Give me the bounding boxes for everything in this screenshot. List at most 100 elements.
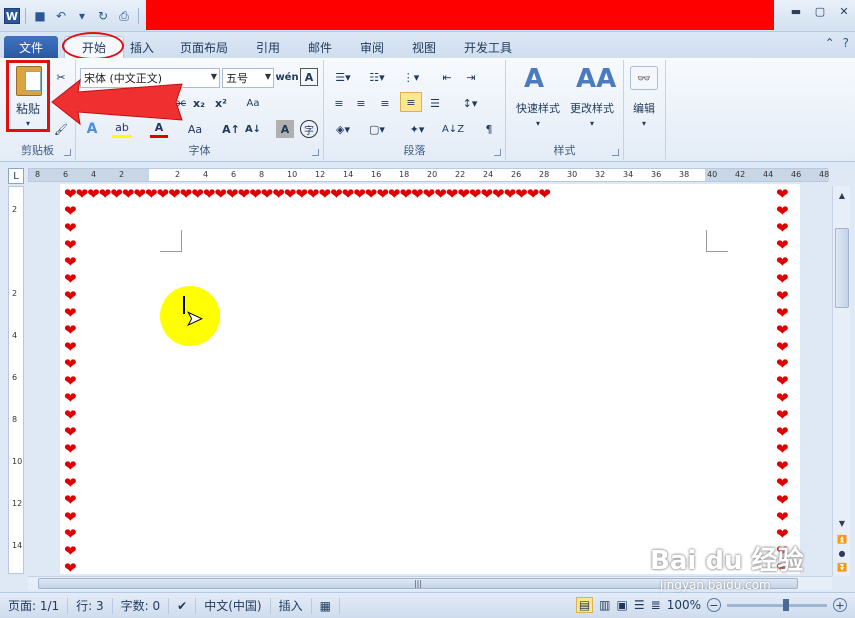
view-web-icon[interactable]: ▣ xyxy=(617,598,628,612)
align-center-icon[interactable]: ≡ xyxy=(352,94,370,112)
chevron-down-icon[interactable]: ▾ xyxy=(532,118,544,128)
decrease-indent-icon[interactable]: ⇤ xyxy=(438,68,456,86)
maximize-icon[interactable]: ▢ xyxy=(809,2,831,20)
tab-file[interactable]: 文件 xyxy=(4,36,58,58)
phonetic-guide-icon[interactable]: wén xyxy=(275,68,298,86)
vertical-scrollbar[interactable]: ▲ ▼ ⏫ ● ⏬ xyxy=(832,186,850,576)
word-logo-icon[interactable]: W xyxy=(4,8,20,24)
ruler-tick-label: 4 xyxy=(91,170,97,179)
undo-dropdown-icon[interactable]: ▾ xyxy=(73,7,91,25)
close-icon[interactable]: ✕ xyxy=(833,2,855,20)
scroll-up-icon[interactable]: ▲ xyxy=(835,188,849,202)
bullets-icon[interactable]: ☰▾ xyxy=(330,68,356,86)
baidu-watermark-url: jingyan.baidu.com xyxy=(660,578,771,592)
scroll-down-icon[interactable]: ▼ xyxy=(835,516,849,530)
print-preview-icon[interactable]: ⎙ xyxy=(115,7,133,25)
tab-view[interactable]: 视图 xyxy=(402,36,446,58)
status-language[interactable]: 中文(中国) xyxy=(196,597,271,614)
clipboard-launcher-icon[interactable] xyxy=(64,149,71,156)
view-reading-icon[interactable]: ▥ xyxy=(599,598,610,612)
tab-home[interactable]: 开始 xyxy=(64,36,124,58)
zoom-level[interactable]: 100% xyxy=(667,598,701,612)
redo-icon[interactable]: ↻ xyxy=(94,7,112,25)
tab-references[interactable]: 引用 xyxy=(246,36,290,58)
next-page-icon[interactable]: ⏬ xyxy=(835,560,849,574)
styles-launcher-icon[interactable] xyxy=(612,149,619,156)
increase-indent-icon[interactable]: ⇥ xyxy=(462,68,480,86)
tab-developer[interactable]: 开发工具 xyxy=(454,36,522,58)
font-size-value: 五号 xyxy=(226,72,248,85)
distributed-icon[interactable]: ☰ xyxy=(426,94,444,112)
status-words[interactable]: 字数: 0 xyxy=(113,597,170,614)
align-right-icon[interactable]: ≡ xyxy=(376,94,394,112)
clear-formatting-icon[interactable]: Aa xyxy=(244,94,262,112)
line-spacing-icon[interactable]: ↕▾ xyxy=(458,94,482,112)
ruler-tick-label: 28 xyxy=(539,170,550,179)
proofing-icon[interactable]: ✔ xyxy=(169,597,197,614)
help-icon[interactable]: ? xyxy=(843,36,849,50)
character-border-icon[interactable]: A xyxy=(300,68,318,86)
macro-record-icon[interactable]: ▦ xyxy=(312,597,340,614)
ruler-tick-label: 20 xyxy=(427,170,438,179)
ruler-tick-label: 8 xyxy=(35,170,41,179)
document-page[interactable]: ❤❤❤❤❤❤❤❤❤❤❤❤❤❤❤❤❤❤❤❤❤❤❤❤ ❤❤❤❤❤❤❤❤❤❤❤❤❤❤❤❤… xyxy=(60,184,800,574)
zoom-in-icon[interactable]: + xyxy=(833,598,847,612)
tab-selector-icon[interactable]: L xyxy=(8,168,24,184)
view-print-layout-icon[interactable]: ▤ xyxy=(575,597,594,613)
ruler-tick-label: 46 xyxy=(791,170,802,179)
qat-separator xyxy=(138,8,139,24)
tab-mailings[interactable]: 邮件 xyxy=(298,36,342,58)
superscript-icon[interactable]: x² xyxy=(212,94,230,112)
numbering-icon[interactable]: ☷▾ xyxy=(364,68,390,86)
view-draft-icon[interactable]: ≣ xyxy=(651,598,661,612)
font-launcher-icon[interactable] xyxy=(312,149,319,156)
ruler-tick-label: 16 xyxy=(371,170,382,179)
ribbon-right-controls: ⌃ ? xyxy=(825,36,849,50)
font-size-combo[interactable]: 五号 ▼ xyxy=(222,68,274,88)
zoom-slider[interactable] xyxy=(727,598,827,611)
chevron-down-icon[interactable]: ▾ xyxy=(586,118,598,128)
tab-page-layout[interactable]: 页面布局 xyxy=(170,36,238,58)
browse-object-icon[interactable]: ● xyxy=(835,546,849,560)
shading-icon[interactable]: ◈▾ xyxy=(330,120,356,138)
zoom-out-icon[interactable]: − xyxy=(707,598,721,612)
view-outline-icon[interactable]: ☰ xyxy=(634,598,645,612)
status-line[interactable]: 行: 3 xyxy=(68,597,113,614)
zoom-slider-knob[interactable] xyxy=(783,598,789,611)
undo-icon[interactable]: ↶ xyxy=(52,7,70,25)
ruler-tick-label: 14 xyxy=(343,170,354,179)
subscript-icon[interactable]: x₂ xyxy=(190,94,208,112)
margin-corner-right xyxy=(706,230,728,252)
editing-button[interactable]: 编辑 xyxy=(626,100,662,116)
ruler-margin-left xyxy=(29,169,149,181)
tab-review[interactable]: 审阅 xyxy=(350,36,394,58)
save-icon[interactable]: ■ xyxy=(31,7,49,25)
sort-icon[interactable]: A↓Z xyxy=(442,120,464,138)
paste-annotation-box xyxy=(6,60,50,132)
scroll-thumb[interactable] xyxy=(835,228,849,308)
chinese-layout-icon[interactable]: ✦▾ xyxy=(404,120,430,138)
minimize-icon[interactable]: ▬ xyxy=(785,2,807,20)
multilevel-list-icon[interactable]: ⋮▾ xyxy=(398,68,424,86)
align-left-icon[interactable]: ≡ xyxy=(330,94,348,112)
status-mode[interactable]: 插入 xyxy=(271,597,312,614)
status-page[interactable]: 页面: 1/1 xyxy=(0,597,69,614)
document-area[interactable]: ❤❤❤❤❤❤❤❤❤❤❤❤❤❤❤❤❤❤❤❤❤❤❤❤ ❤❤❤❤❤❤❤❤❤❤❤❤❤❤❤❤… xyxy=(28,184,828,574)
grow-font-icon[interactable]: A↑ xyxy=(222,120,240,138)
collapse-ribbon-icon[interactable]: ⌃ xyxy=(825,36,835,50)
enclose-characters-icon[interactable]: 字 xyxy=(300,120,318,138)
binoculars-icon[interactable]: 👓 xyxy=(630,66,658,90)
justify-icon[interactable]: ≡ xyxy=(400,92,422,112)
chevron-down-icon: ▼ xyxy=(264,72,271,81)
shrink-font-icon[interactable]: A↓ xyxy=(244,120,262,138)
borders-icon[interactable]: ▢▾ xyxy=(364,120,390,138)
show-marks-icon[interactable]: ¶ xyxy=(480,120,498,138)
quick-styles-button[interactable]: 快速样式 xyxy=(510,100,566,116)
change-styles-button[interactable]: 更改样式 xyxy=(564,100,620,116)
ruler-tick-label: 8 xyxy=(12,415,18,424)
prev-page-icon[interactable]: ⏫ xyxy=(835,532,849,546)
chevron-down-icon[interactable]: ▾ xyxy=(638,118,650,128)
tab-insert[interactable]: 插入 xyxy=(120,36,164,58)
character-shading-icon[interactable]: A xyxy=(276,120,294,138)
paragraph-launcher-icon[interactable] xyxy=(494,149,501,156)
